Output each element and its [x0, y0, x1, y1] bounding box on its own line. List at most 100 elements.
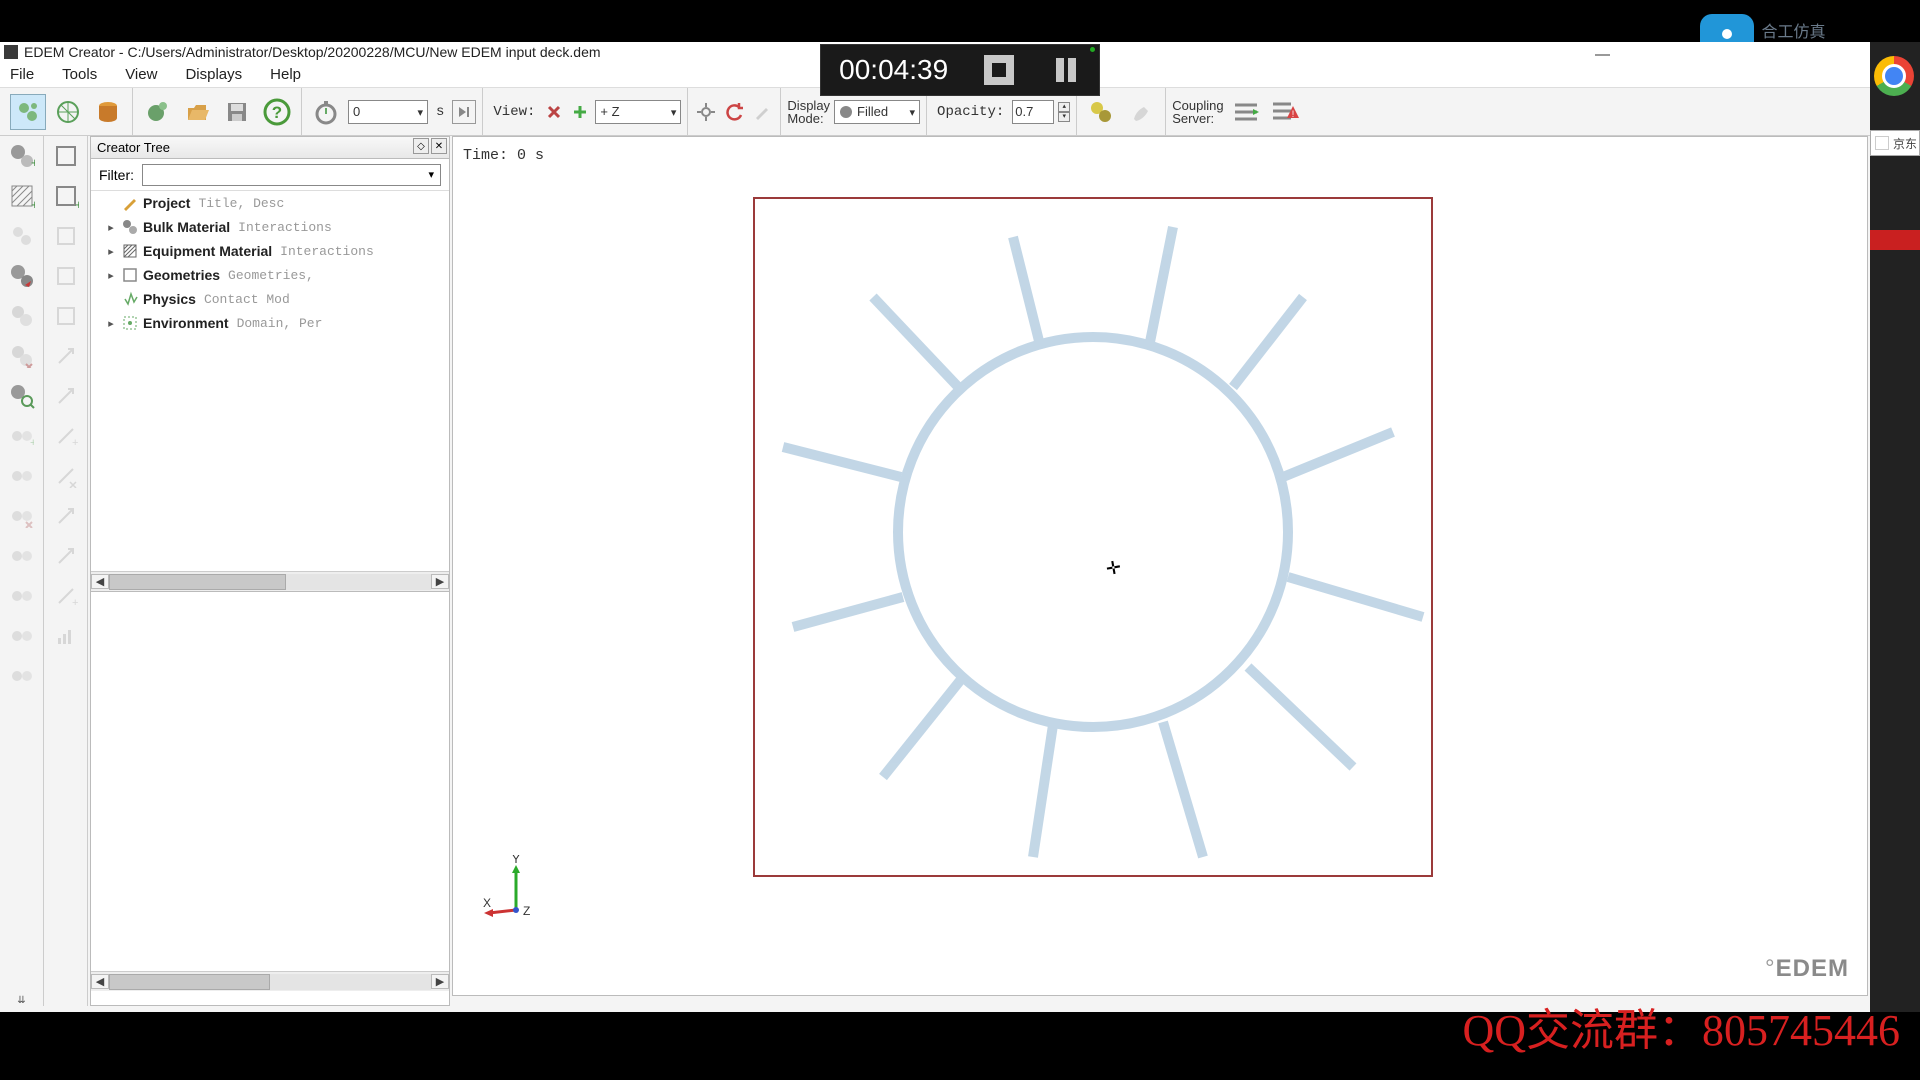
menu-tools[interactable]: Tools: [58, 64, 101, 85]
display-mode-combo[interactable]: Filled: [834, 100, 920, 124]
svg-text:Z: Z: [523, 904, 530, 918]
time-combo[interactable]: 0: [348, 100, 428, 124]
coupling-server-label: Coupling Server:: [1172, 99, 1223, 125]
expander-icon[interactable]: ▸: [105, 269, 117, 282]
stop-button[interactable]: [984, 55, 1014, 85]
vt2-arrow2-button[interactable]: [48, 378, 84, 414]
vt-search-button[interactable]: [4, 378, 40, 414]
help-button[interactable]: ?: [259, 94, 295, 130]
tree-item-environment[interactable]: ▸EnvironmentDomain, Per: [91, 311, 449, 335]
svg-text:Y: Y: [512, 855, 520, 866]
vt2-chart-button[interactable]: [48, 618, 84, 654]
vt2-box-gray3-button[interactable]: [48, 298, 84, 334]
edit-button[interactable]: [750, 100, 774, 124]
scroll-left-button[interactable]: ◀: [91, 574, 109, 589]
scroll-right-button[interactable]: ▶: [431, 974, 449, 989]
vt-grp7-button[interactable]: [4, 658, 40, 694]
tree-item-geometries[interactable]: ▸GeometriesGeometries,: [91, 263, 449, 287]
pause-button[interactable]: [1051, 55, 1081, 85]
vt-grp6-button[interactable]: [4, 618, 40, 654]
panel-float-button[interactable]: ◇: [413, 138, 429, 154]
expander-icon[interactable]: ▸: [105, 317, 117, 330]
video-black-bar: [0, 0, 1920, 42]
svg-text:+: +: [30, 437, 34, 448]
tree-item-bulk-material[interactable]: ▸Bulk MaterialInteractions: [91, 215, 449, 239]
coupling-list-button[interactable]: [1228, 94, 1264, 130]
brush-button[interactable]: [1123, 94, 1159, 130]
vt2-arrow7-button[interactable]: +: [48, 578, 84, 614]
panel-close-button[interactable]: ✕: [431, 138, 447, 154]
vt2-arrow4-button[interactable]: [48, 458, 84, 494]
tree-label: Equipment Material: [143, 243, 272, 259]
scroll-right-button[interactable]: ▶: [431, 574, 449, 589]
settings-button[interactable]: [694, 100, 718, 124]
mode-globe-button[interactable]: [50, 94, 86, 130]
opacity-input[interactable]: 0.7: [1012, 100, 1054, 124]
panel-header[interactable]: Creator Tree ◇ ✕: [91, 137, 449, 159]
panel-title: Creator Tree: [97, 140, 170, 155]
vt2-arrow6-button[interactable]: [48, 538, 84, 574]
vt2-box-button[interactable]: [48, 138, 84, 174]
vt-grp2-button[interactable]: [4, 458, 40, 494]
tree-icon: [121, 266, 139, 284]
recording-timer-overlay: 00:04:39: [820, 44, 1100, 96]
vt-particle-red-button[interactable]: [4, 258, 40, 294]
axis-gizmo[interactable]: Y X Z: [481, 855, 551, 925]
vt2-arrow5-button[interactable]: [48, 498, 84, 534]
tree-item-physics[interactable]: PhysicsContact Mod: [91, 287, 449, 311]
vt2-arrow3-button[interactable]: +: [48, 418, 84, 454]
vt-grp1-button[interactable]: +: [4, 418, 40, 454]
vt-particle-x-button[interactable]: [4, 338, 40, 374]
tree-hscroll[interactable]: ◀ ▶: [91, 571, 449, 591]
new-button[interactable]: [139, 94, 175, 130]
open-button[interactable]: [179, 94, 215, 130]
save-button[interactable]: [219, 94, 255, 130]
expander-icon[interactable]: ▸: [105, 221, 117, 234]
tree-item-project[interactable]: ProjectTitle, Desc: [91, 191, 449, 215]
vt-particle-gray-button[interactable]: [4, 298, 40, 334]
vt-hatch-button[interactable]: +: [4, 178, 40, 214]
step-forward-button[interactable]: [452, 100, 476, 124]
vt-particle-button[interactable]: +: [4, 138, 40, 174]
left-toolbar-col2: + + +: [44, 136, 88, 1006]
window-controls: —: [1595, 42, 1610, 63]
menu-displays[interactable]: Displays: [181, 64, 246, 85]
tree-body[interactable]: ProjectTitle, Desc▸Bulk MaterialInteract…: [91, 191, 449, 571]
coupling-warning-button[interactable]: !: [1268, 94, 1304, 130]
filter-combo[interactable]: [142, 164, 441, 186]
minimize-button[interactable]: —: [1595, 46, 1610, 63]
timer-button[interactable]: [308, 94, 344, 130]
vt-grp3-button[interactable]: [4, 498, 40, 534]
viewport-3d[interactable]: Time: 0 s: [452, 136, 1868, 996]
menu-help[interactable]: Help: [266, 64, 305, 85]
svg-text:+: +: [72, 437, 78, 448]
material-yellow-button[interactable]: [1083, 94, 1119, 130]
mode-database-button[interactable]: [90, 94, 126, 130]
tree-item-equipment-material[interactable]: ▸Equipment MaterialInteractions: [91, 239, 449, 263]
menu-view[interactable]: View: [121, 64, 161, 85]
vt-link-button[interactable]: [4, 218, 40, 254]
menu-file[interactable]: File: [6, 64, 38, 85]
expander-icon[interactable]: ▸: [105, 245, 117, 258]
creator-tree-panel: Creator Tree ◇ ✕ Filter: ProjectTitle, D…: [90, 136, 450, 1006]
detail-hscroll[interactable]: ◀ ▶: [91, 971, 449, 991]
vt-grp4-button[interactable]: [4, 538, 40, 574]
chrome-icon[interactable]: [1874, 56, 1914, 96]
opacity-label: Opacity:: [933, 104, 1008, 120]
view-add-button[interactable]: [569, 101, 591, 123]
vt2-box-gray2-button[interactable]: [48, 258, 84, 294]
mode-particle-button[interactable]: [10, 94, 46, 130]
view-axis-combo[interactable]: + Z: [595, 100, 681, 124]
scroll-left-button[interactable]: ◀: [91, 974, 109, 989]
more-icon[interactable]: ⇊: [17, 995, 25, 1006]
view-delete-button[interactable]: [543, 101, 565, 123]
opacity-spinners[interactable]: ▴▾: [1058, 102, 1070, 122]
viewport-time-label: Time: 0 s: [463, 147, 544, 164]
vt-grp5-button[interactable]: [4, 578, 40, 614]
browser-tab-jd[interactable]: 京东: [1870, 130, 1920, 156]
vt2-arrow1-button[interactable]: [48, 338, 84, 374]
vt2-box-gray1-button[interactable]: [48, 218, 84, 254]
undo-button[interactable]: [722, 100, 746, 124]
vt2-box-plus-button[interactable]: +: [48, 178, 84, 214]
qq-group-text: QQ交流群：805745446: [1462, 994, 1900, 1058]
